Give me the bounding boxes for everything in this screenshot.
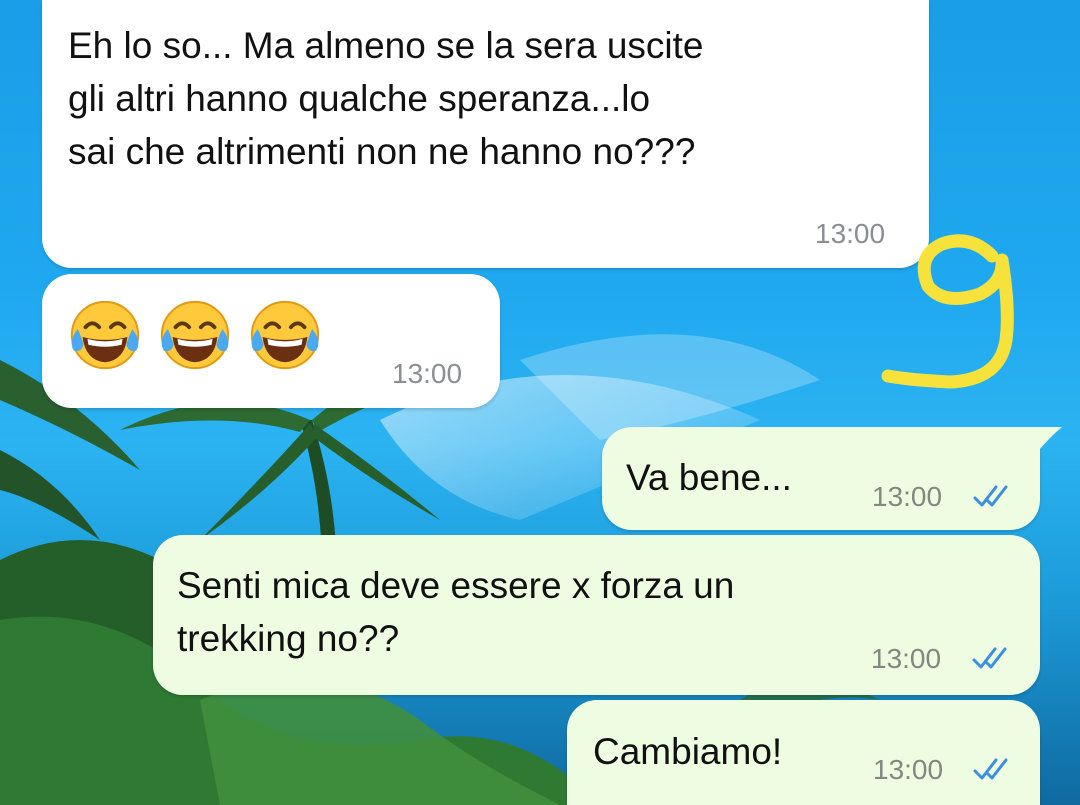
double-check-read-icon xyxy=(973,485,1008,507)
message-text: Va bene... xyxy=(626,457,792,498)
message-time: 13:00 xyxy=(815,218,886,249)
message-text: Senti mica deve essere x forza un trekki… xyxy=(177,565,735,659)
face-with-tears-of-joy-icon xyxy=(160,300,230,370)
face-with-tears-of-joy-icon xyxy=(250,300,320,370)
double-check-read-icon xyxy=(973,758,1008,780)
face-with-tears-of-joy-icon xyxy=(70,300,140,370)
message-time: 13:00 xyxy=(871,643,942,674)
message-time: 13:00 xyxy=(873,754,944,785)
message-time: 13:00 xyxy=(872,481,943,512)
double-check-read-icon xyxy=(972,647,1007,669)
message-text: Eh lo so... Ma almeno se la sera uscite … xyxy=(68,25,704,172)
outgoing-message-bubble[interactable]: Cambiamo! 13:00 xyxy=(567,700,1040,805)
incoming-emoji-bubble[interactable]: 13:00 xyxy=(42,274,500,408)
outgoing-message-bubble[interactable]: Va bene... 13:00 xyxy=(602,427,1040,530)
message-time: 13:00 xyxy=(392,358,463,389)
bubble-tail xyxy=(1040,427,1062,449)
incoming-message-bubble[interactable]: Eh lo so... Ma almeno se la sera uscite … xyxy=(42,0,929,268)
outgoing-message-bubble[interactable]: Senti mica deve essere x forza un trekki… xyxy=(153,535,1040,695)
message-text: Cambiamo! xyxy=(593,731,783,772)
emoji-row xyxy=(66,296,324,374)
handwritten-digit-annotation xyxy=(881,234,1014,389)
